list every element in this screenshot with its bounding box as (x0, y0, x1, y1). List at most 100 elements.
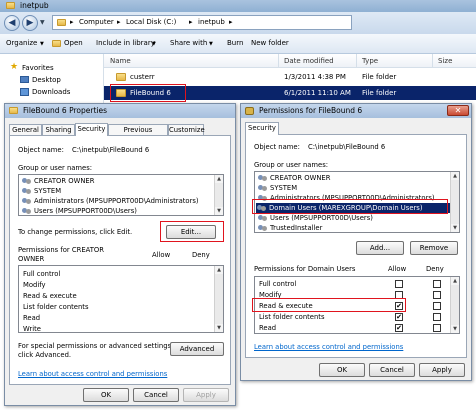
ok-button[interactable]: OK (319, 363, 365, 377)
open-button[interactable]: Open (64, 39, 83, 47)
object-name-label: Object name: (18, 146, 64, 154)
folder-icon (57, 19, 66, 26)
scroll-down-icon[interactable]: ▼ (215, 207, 223, 215)
scroll-up-icon[interactable]: ▲ (451, 277, 459, 285)
perm-header-2: OWNER (18, 255, 45, 263)
back-icon[interactable]: ◀ (4, 15, 20, 31)
breadcrumb-local-disk[interactable]: Local Disk (C:) (126, 18, 176, 26)
security-panel: Object name: C:\inetpub\FileBound 6 Grou… (9, 135, 231, 385)
deny-modify-checkbox[interactable] (433, 291, 441, 299)
scroll-down-icon[interactable]: ▼ (215, 324, 223, 332)
column-size[interactable]: Size (438, 57, 452, 65)
column-type[interactable]: Type (362, 57, 378, 65)
group-item[interactable]: SYSTEM (21, 186, 61, 196)
deny-full-control-checkbox[interactable] (433, 280, 441, 288)
breadcrumb-sep-icon: ▸ (189, 18, 193, 26)
tab-security[interactable]: Security (75, 123, 108, 136)
scroll-up-icon[interactable]: ▲ (451, 172, 459, 180)
burn-button[interactable]: Burn (227, 39, 243, 47)
star-icon: ★ (10, 62, 19, 72)
scrollbar[interactable]: ▲ ▼ (450, 172, 459, 232)
allow-read-checkbox[interactable]: ✔ (395, 324, 403, 332)
group-item[interactable]: CREATOR OWNER (257, 173, 330, 183)
chevron-down-icon[interactable]: ▼ (40, 19, 45, 26)
group-label: Group or user names: (254, 161, 329, 169)
users-icon (22, 198, 32, 205)
group-item[interactable]: TrustedInstaller (257, 223, 322, 232)
allow-list-folder-checkbox[interactable]: ✔ (395, 313, 403, 321)
learn-link[interactable]: Learn about access control and permissio… (254, 343, 403, 351)
scrollbar[interactable]: ▲ ▼ (214, 266, 223, 332)
learn-link[interactable]: Learn about access control and permissio… (18, 370, 167, 378)
chevron-down-icon: ▼ (152, 41, 156, 47)
column-header: Name Date modified Type Size (104, 54, 476, 68)
folder-icon (9, 107, 18, 114)
group-item[interactable]: Users (MPSUPPORT00D\Users) (257, 213, 373, 223)
scroll-up-icon[interactable]: ▲ (215, 175, 223, 183)
share-with-button[interactable]: Share with (170, 39, 207, 47)
users-icon (258, 185, 268, 192)
users-icon (22, 178, 32, 185)
tab-security[interactable]: Security (245, 122, 279, 135)
new-folder-button[interactable]: New folder (251, 39, 289, 47)
advanced-button[interactable]: Advanced (170, 342, 224, 356)
scrollbar[interactable]: ▲ ▼ (214, 175, 223, 215)
group-list[interactable]: CREATOR OWNER SYSTEM Administrators (MPS… (18, 174, 224, 216)
perm-read-execute: Read & execute (23, 292, 77, 300)
apply-button[interactable]: Apply (419, 363, 465, 377)
scroll-up-icon[interactable]: ▲ (215, 266, 223, 274)
deny-read-checkbox[interactable] (433, 324, 441, 332)
explorer-title: inetpub (20, 1, 49, 10)
address-bar[interactable]: ▸ Computer ▸ Local Disk (C:) ▸ inetpub ▸ (52, 15, 352, 30)
users-icon (258, 225, 268, 232)
nav-downloads[interactable]: Downloads (32, 88, 70, 96)
deny-list-folder-checkbox[interactable] (433, 313, 441, 321)
ok-button[interactable]: OK (83, 388, 129, 402)
group-item[interactable]: SYSTEM (257, 183, 297, 193)
nav-favorites[interactable]: Favorites (22, 64, 54, 72)
apply-button[interactable]: Apply (183, 388, 229, 402)
chevron-down-icon: ▼ (40, 41, 44, 47)
forward-icon[interactable]: ▶ (22, 15, 38, 31)
add-button[interactable]: Add... (356, 241, 404, 255)
remove-button[interactable]: Remove (410, 241, 458, 255)
include-library-button[interactable]: Include in library (96, 39, 155, 47)
allow-full-control-checkbox[interactable] (395, 280, 403, 288)
change-hint: To change permissions, click Edit. (18, 228, 133, 236)
scroll-down-icon[interactable]: ▼ (451, 325, 459, 333)
desktop-icon (20, 76, 29, 83)
group-label: Group or user names: (18, 164, 93, 172)
cancel-button[interactable]: Cancel (133, 388, 179, 402)
callout-domain-users (252, 199, 448, 214)
explorer-titlebar: inetpub (0, 0, 476, 12)
perm-modify: Modify (23, 281, 46, 289)
scrollbar[interactable]: ▲ ▼ (450, 277, 459, 333)
group-item[interactable]: CREATOR OWNER (21, 176, 94, 186)
file-row[interactable]: custerr 1/3/2011 4:38 PM File folder (104, 70, 476, 84)
explorer-window: inetpub ◀ ▶ ▼ ▸ Computer ▸ Local Disk (C… (0, 0, 476, 110)
column-name[interactable]: Name (110, 57, 131, 65)
users-icon (258, 215, 268, 222)
scroll-down-icon[interactable]: ▼ (451, 224, 459, 232)
group-item[interactable]: Administrators (MPSUPPORT00D\Administrat… (21, 196, 199, 206)
properties-dialog: FileBound 6 Properties General Sharing S… (4, 103, 236, 406)
cancel-button[interactable]: Cancel (369, 363, 415, 377)
deny-read-execute-checkbox[interactable] (433, 302, 441, 310)
close-icon[interactable]: ✕ (447, 105, 469, 116)
properties-titlebar: FileBound 6 Properties (5, 104, 235, 118)
column-date[interactable]: Date modified (284, 57, 334, 65)
object-name-value: C:\inetpub\FileBound 6 (72, 146, 150, 154)
deny-header: Deny (426, 265, 444, 273)
group-item[interactable]: Users (MPSUPPORT00D\Users) (21, 206, 137, 215)
column-divider (278, 54, 279, 68)
organize-button[interactable]: Organize (6, 39, 37, 47)
deny-header: Deny (192, 251, 210, 259)
breadcrumb-inetpub[interactable]: inetpub (198, 18, 225, 26)
breadcrumb-computer[interactable]: Computer (79, 18, 114, 26)
nav-desktop[interactable]: Desktop (32, 76, 61, 84)
properties-title: FileBound 6 Properties (23, 106, 107, 115)
breadcrumb-sep-icon: ▸ (117, 18, 121, 26)
perm-full-control: Full control (259, 280, 297, 288)
callout-read-execute (252, 298, 406, 312)
perm-read: Read (23, 314, 41, 322)
